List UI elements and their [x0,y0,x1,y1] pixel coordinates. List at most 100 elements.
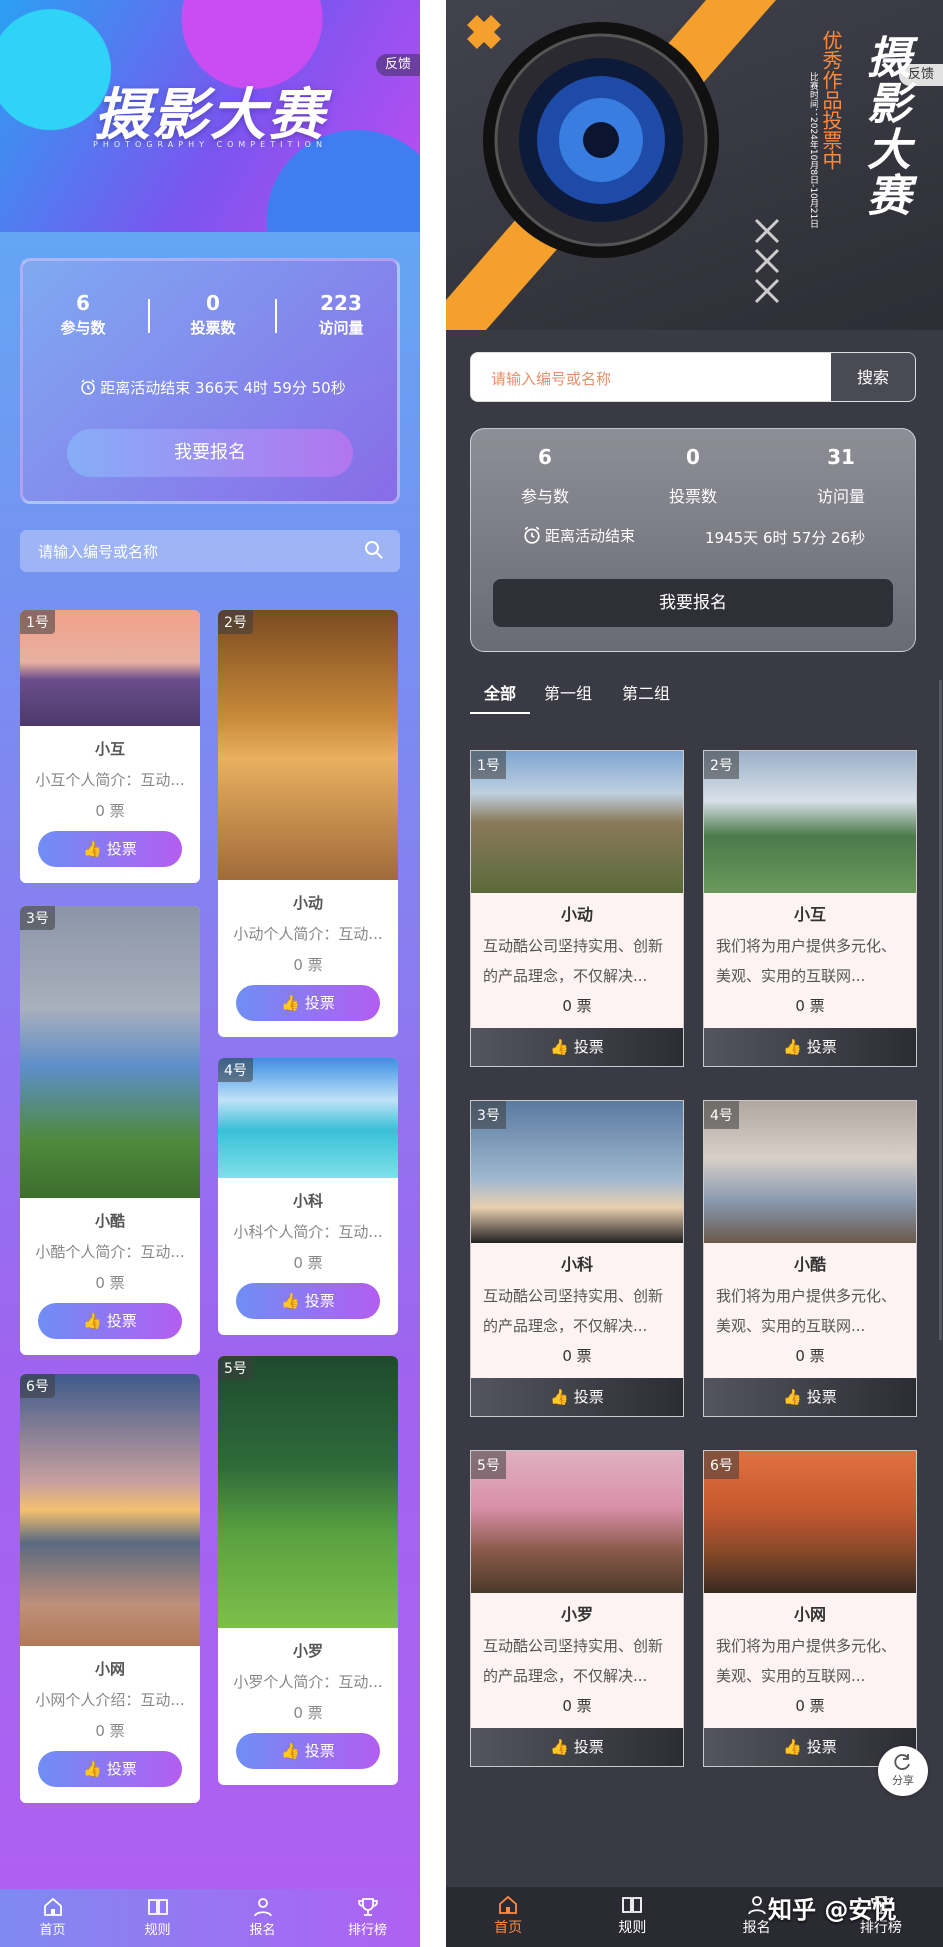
tab-rules[interactable]: 规则 [570,1887,694,1947]
vote-count: 0 票 [95,1722,125,1740]
contestant-name: 小科 [560,1255,593,1274]
vote-count: 0 票 [562,997,592,1015]
contestant-card[interactable]: 2号 小互 我们将为用户提供多元化、美观、实用的互联网... 0 票 👍 投票 [703,750,917,1067]
scrollbar[interactable] [939,680,942,1340]
tab-label: 首页 [494,1920,523,1936]
vote-label: 投票 [304,1292,335,1310]
vote-button[interactable]: 👍 投票 [471,1728,683,1766]
vote-button[interactable]: 👍 投票 [704,1378,916,1416]
countdown-label: 距离活动结束 [523,525,635,546]
tab-home[interactable]: 首页 [446,1887,570,1947]
title-char: 影 [867,79,911,130]
share-icon [894,1754,910,1770]
vote-button[interactable]: 👍 投票 [471,1028,683,1066]
search-bar[interactable]: 请输入编号或名称 [20,530,400,572]
contestant-photo[interactable]: 3号 [20,906,200,1198]
search-bar[interactable]: 请输入编号或名称 搜索 [470,352,916,402]
vote-count: 0 票 [562,1697,592,1715]
vote-count: 0 票 [293,1254,323,1272]
contestant-photo[interactable]: 6号 [20,1374,200,1646]
vote-button[interactable]: 👍 投票 [38,1751,182,1787]
tab-ranking[interactable]: 排行榜 [315,1889,420,1947]
contestant-card[interactable]: 4号 小科 小科个人简介：互动... 0 票 👍 投票 [218,1058,398,1335]
alarm-clock-icon [524,526,540,544]
contestant-photo[interactable]: 3号 [471,1101,683,1243]
contestant-photo[interactable]: 6号 [704,1451,916,1593]
contestant-desc: 互动酷公司坚持实用、创新的产品理念，不仅解决... [483,1637,664,1685]
person-icon [747,1896,766,1915]
contestant-photo[interactable]: 2号 [218,610,398,880]
thumbs-up-icon: 👍 [550,1038,574,1056]
vote-button[interactable]: 👍 投票 [38,831,182,867]
contestant-photo[interactable]: 5号 [471,1451,683,1593]
countdown-label-text: 距离活动结束 [545,527,636,545]
vote-button[interactable]: 👍 投票 [236,1733,380,1769]
tab-label: 报名 [742,1920,771,1936]
tab-group-1[interactable]: 第一组 [544,680,592,704]
signup-button[interactable]: 我要报名 [493,579,893,627]
search-icon[interactable] [364,540,384,560]
person-icon [253,1898,272,1917]
contestant-card[interactable]: 5号 小罗 互动酷公司坚持实用、创新的产品理念，不仅解决... 0 票 👍 投票 [470,1450,684,1767]
thumbs-up-icon: 👍 [281,994,305,1012]
tab-group-2[interactable]: 第二组 [622,680,670,704]
contestant-card[interactable]: 1号 小互 小互个人简介：互动... 0 票 👍 投票 [20,610,200,883]
contestant-card[interactable]: 5号 小罗 小罗个人简介：互动... 0 票 👍 投票 [218,1356,398,1785]
tab-all[interactable]: 全部 [484,680,516,704]
feedback-button[interactable]: 反馈 [899,64,943,86]
stat-votes: 0 投票数 [153,291,273,338]
stats-panel: 6 参与数 0 投票数 223 访问量 距离活动结束 366天 4时 59分 5… [20,258,400,504]
search-input[interactable]: 请输入编号或名称 [38,541,158,562]
contestant-photo[interactable]: 5号 [218,1356,398,1628]
banner-subtitle: PHOTOGRAPHY COMPETITION [93,140,327,149]
share-button[interactable]: 分享 [878,1746,928,1796]
contestant-card[interactable]: 2号 小动 小动个人简介：互动... 0 票 👍 投票 [218,610,398,1037]
vote-button[interactable]: 👍 投票 [236,1283,380,1319]
contestant-card[interactable]: 1号 小动 互动酷公司坚持实用、创新的产品理念，不仅解决... 0 票 👍 投票 [470,750,684,1067]
entry-number: 2号 [218,610,253,634]
entry-number: 3号 [471,1101,506,1129]
vote-label: 投票 [573,1038,604,1056]
thumbs-up-icon: 👍 [783,1738,807,1756]
contestant-photo[interactable]: 2号 [704,751,916,893]
vote-label: 投票 [304,994,335,1012]
feedback-button[interactable]: 反馈 [376,54,420,76]
vote-count: 0 票 [95,1274,125,1292]
contestant-card[interactable]: 4号 小酷 我们将为用户提供多元化、美观、实用的互联网... 0 票 👍 投票 [703,1100,917,1417]
vote-button[interactable]: 👍 投票 [38,1303,182,1339]
contestant-desc: 我们将为用户提供多元化、美观、实用的互联网... [716,937,897,985]
tab-home[interactable]: 首页 [0,1889,105,1947]
contestant-card[interactable]: 3号 小科 互动酷公司坚持实用、创新的产品理念，不仅解决... 0 票 👍 投票 [470,1100,684,1417]
contestant-photo[interactable]: 1号 [471,751,683,893]
divider [275,299,277,333]
contestant-card[interactable]: 3号 小酷 小酷个人简介：互动... 0 票 👍 投票 [20,906,200,1355]
contestant-photo[interactable]: 1号 [20,610,200,726]
tab-rules[interactable]: 规则 [105,1889,210,1947]
search-button[interactable]: 搜索 [831,353,915,401]
vote-button[interactable]: 👍 投票 [704,1028,916,1066]
contestant-card[interactable]: 6号 小网 小网个人介绍：互动... 0 票 👍 投票 [20,1374,200,1803]
vote-count: 0 票 [95,802,125,820]
vote-label: 投票 [106,1312,137,1330]
tab-signup[interactable]: 报名 [210,1889,315,1947]
vote-button[interactable]: 👍 投票 [471,1378,683,1416]
search-input[interactable]: 请输入编号或名称 [491,368,611,389]
vote-button[interactable]: 👍 投票 [236,985,380,1021]
contestant-photo[interactable]: 4号 [218,1058,398,1178]
signup-button[interactable]: 我要报名 [67,429,353,477]
vertical-slogan: 优秀作品投票中 [819,30,843,170]
contestant-name: 小互 [793,905,826,924]
vote-label: 投票 [806,1038,837,1056]
vote-label: 投票 [573,1738,604,1756]
contestant-card[interactable]: 6号 小网 我们将为用户提供多元化、美观、实用的互联网... 0 票 👍 投票 [703,1450,917,1767]
vote-label: 投票 [304,1742,335,1760]
entry-number: 4号 [218,1058,253,1082]
vote-count: 0 票 [795,1697,825,1715]
banner-title: 摄影大赛 [94,83,326,148]
stat-value: 6 [538,445,552,469]
contestant-photo[interactable]: 4号 [704,1101,916,1243]
home-icon [43,1897,62,1916]
countdown: 距离活动结束 366天 4时 59分 50秒 [23,377,403,398]
stat-value: 31 [827,445,855,469]
contestant-desc: 小网个人介绍：互动... [35,1691,185,1709]
